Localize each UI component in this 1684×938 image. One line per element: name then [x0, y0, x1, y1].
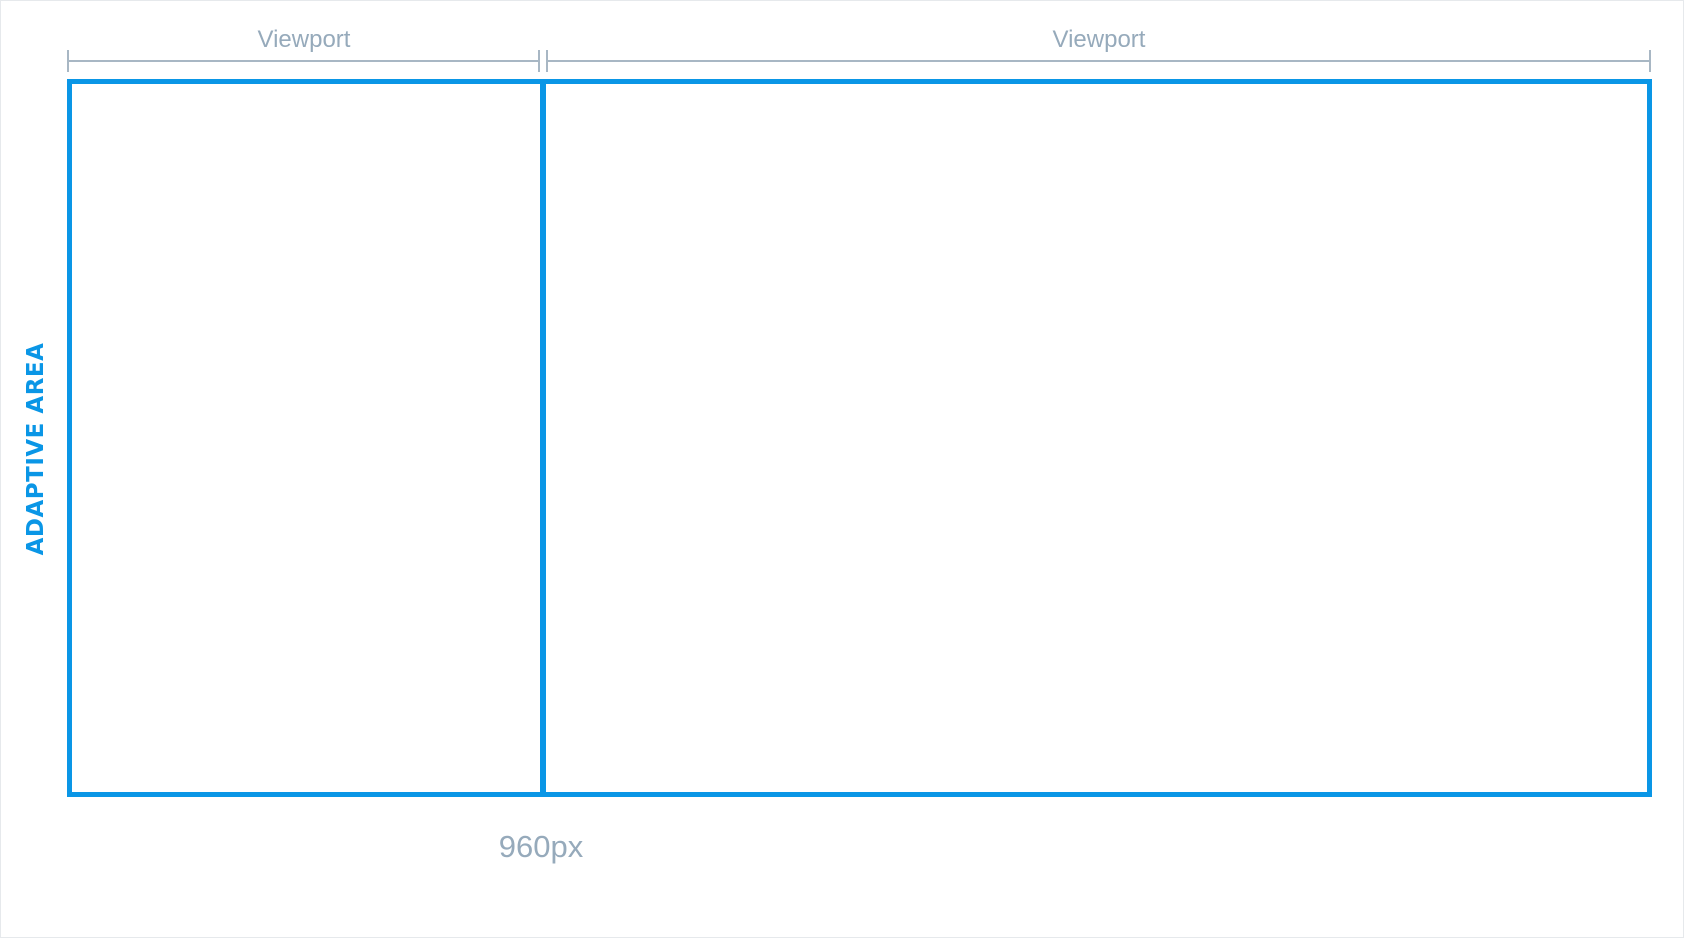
right-viewport-label: Viewport [1052, 26, 1146, 53]
right-dimension-end-tick [1649, 50, 1651, 72]
left-viewport-label: Viewport [257, 26, 351, 53]
viewport-divider [540, 79, 546, 797]
left-dimension-line [68, 60, 539, 62]
diagram-canvas: Viewport Viewport ADAPTIVE AREA 960px [0, 0, 1684, 938]
adaptive-area-box [67, 79, 1652, 797]
adaptive-area-label: ADAPTIVE AREA [23, 342, 49, 556]
right-dimension-line [547, 60, 1650, 62]
left-dimension-end-tick [538, 50, 540, 72]
breakpoint-label: 960px [498, 829, 584, 864]
